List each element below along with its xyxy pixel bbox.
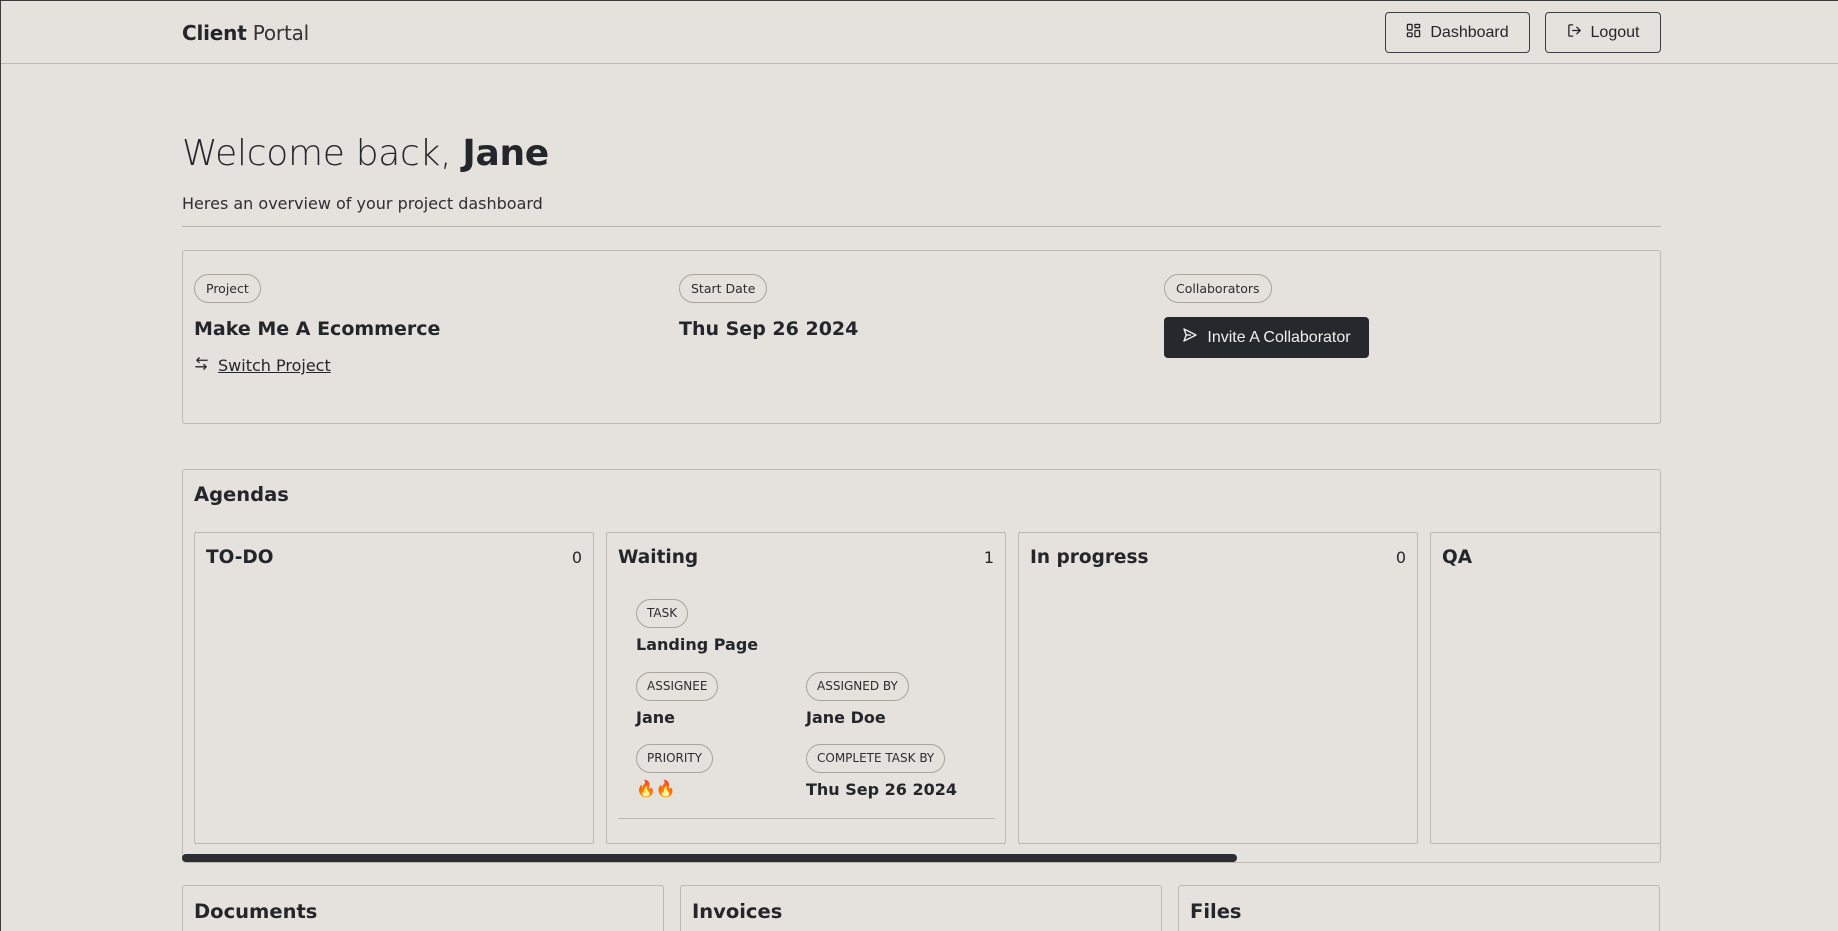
- agenda-columns[interactable]: TO-DO 0 Waiting 1 TASK Landing Page ASSI…: [194, 532, 1660, 844]
- column-title: Waiting: [618, 547, 699, 568]
- invite-collaborator-button[interactable]: Invite A Collaborator: [1164, 317, 1369, 358]
- collaborators-label: Collaborators: [1164, 274, 1272, 303]
- column-count: 1: [983, 548, 994, 567]
- assigned-by-value: Jane Doe: [806, 708, 886, 727]
- invoices-title: Invoices: [692, 900, 783, 923]
- switch-project-label: Switch Project: [218, 356, 331, 375]
- complete-by-value: Thu Sep 26 2024: [806, 780, 958, 799]
- column-title: TO-DO: [206, 547, 274, 568]
- page-subtitle: Heres an overview of your project dashbo…: [182, 194, 543, 213]
- project-label: Project: [194, 274, 261, 303]
- project-column: Project Make Me A Ecommerce Switch Proje…: [194, 274, 440, 375]
- agenda-column-todo: TO-DO 0: [194, 532, 594, 844]
- column-count: 0: [1395, 548, 1406, 567]
- task-label: TASK: [636, 599, 689, 628]
- agenda-column-qa: QA: [1430, 532, 1660, 844]
- complete-by-label: COMPLETE TASK BY: [806, 744, 946, 773]
- agendas-panel: Agendas TO-DO 0 Waiting 1 TASK Landing P…: [182, 469, 1661, 863]
- logout-icon: [1567, 23, 1582, 43]
- start-date-value: Thu Sep 26 2024: [679, 318, 859, 340]
- page-title: Welcome back, Jane: [182, 133, 549, 174]
- switch-project-link[interactable]: Switch Project: [194, 356, 440, 375]
- logout-button-label: Logout: [1590, 23, 1640, 41]
- dashboard-button-label: Dashboard: [1430, 23, 1509, 41]
- files-title: Files: [1190, 900, 1242, 923]
- horizontal-scrollbar[interactable]: [182, 854, 1237, 862]
- agenda-column-waiting: Waiting 1 TASK Landing Page ASSIGNEE Jan…: [606, 532, 1006, 844]
- logout-button[interactable]: Logout: [1545, 12, 1661, 53]
- divider: [182, 226, 1661, 227]
- project-panel: Project Make Me A Ecommerce Switch Proje…: [182, 250, 1661, 424]
- top-bar: Client Portal Dashboard Logout: [1, 1, 1838, 64]
- start-date-label: Start Date: [679, 274, 768, 303]
- assigned-by-field: ASSIGNED BY Jane Doe: [806, 672, 909, 727]
- column-title: QA: [1442, 547, 1473, 568]
- invite-button-label: Invite A Collaborator: [1207, 328, 1351, 346]
- documents-panel: Documents: [182, 885, 664, 931]
- priority-label: PRIORITY: [636, 744, 714, 773]
- column-title: In progress: [1030, 547, 1149, 568]
- project-name: Make Me A Ecommerce: [194, 318, 441, 340]
- start-date-column: Start Date Thu Sep 26 2024: [679, 274, 858, 340]
- welcome-name: Jane: [462, 133, 549, 174]
- priority-fire-icon: 🔥🔥: [636, 779, 676, 798]
- priority-field: PRIORITY 🔥🔥: [636, 744, 714, 798]
- task-field: TASK Landing Page: [636, 599, 758, 654]
- task-name: Landing Page: [636, 635, 759, 654]
- dashboard-icon: [1406, 23, 1421, 43]
- task-card[interactable]: TASK Landing Page ASSIGNEE Jane ASSIGNED…: [618, 599, 995, 819]
- assignee-label: ASSIGNEE: [636, 672, 719, 701]
- assignee-value: Jane: [636, 708, 675, 727]
- files-panel: Files: [1178, 885, 1660, 931]
- agendas-title: Agendas: [194, 483, 289, 506]
- assigned-by-label: ASSIGNED BY: [806, 672, 909, 701]
- welcome-greeting: Welcome back,: [182, 133, 463, 174]
- complete-by-field: COMPLETE TASK BY Thu Sep 26 2024: [806, 744, 957, 799]
- switch-arrows-icon: [194, 356, 209, 375]
- collaborators-column: Collaborators Invite A Collaborator: [1164, 274, 1369, 358]
- invoices-panel: Invoices: [680, 885, 1162, 931]
- documents-title: Documents: [194, 900, 318, 923]
- brand-logo[interactable]: Client Portal: [182, 21, 309, 45]
- column-count: 0: [571, 548, 582, 567]
- brand-light: Portal: [252, 21, 309, 45]
- assignee-field: ASSIGNEE Jane: [636, 672, 719, 727]
- brand-bold: Client: [182, 21, 247, 45]
- send-icon: [1182, 327, 1198, 348]
- agenda-column-in-progress: In progress 0: [1018, 532, 1418, 844]
- dashboard-button[interactable]: Dashboard: [1385, 12, 1530, 53]
